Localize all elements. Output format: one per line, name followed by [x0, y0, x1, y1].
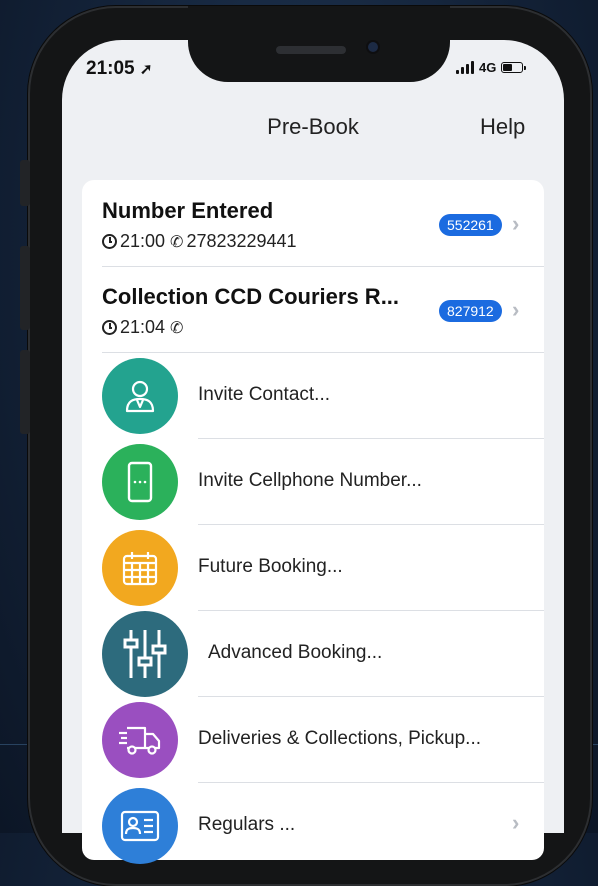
phone-speaker — [276, 46, 346, 54]
divider — [102, 352, 544, 353]
divider — [198, 782, 544, 783]
booking-title: Number Entered — [102, 198, 274, 223]
menu-item-label: Invite Contact... — [198, 384, 331, 405]
sliders-icon — [102, 611, 188, 697]
network-type: 4G — [479, 60, 497, 75]
person-icon — [102, 358, 178, 434]
menu-item-label: Future Booking... — [198, 556, 343, 577]
page-title: Pre-Book — [267, 114, 359, 139]
chevron-right-icon: › — [512, 211, 520, 236]
calendar-icon — [102, 530, 178, 606]
divider — [198, 438, 544, 439]
divider — [198, 524, 544, 525]
booking-badge: 552261 — [439, 214, 502, 236]
booking-phone: 27823229441 — [186, 231, 297, 251]
clock-icon — [102, 320, 117, 335]
battery-icon — [501, 62, 527, 73]
help-button[interactable]: Help — [480, 114, 525, 140]
menu-item-label: Advanced Booking... — [208, 642, 383, 663]
booking-title: Collection CCD Couriers R... — [102, 284, 400, 309]
menu-item-label: Deliveries & Collections, Pickup... — [198, 728, 481, 749]
phone-mute-switch — [20, 160, 30, 206]
phone-icon: ✆ — [170, 233, 184, 251]
chevron-right-icon: › — [512, 810, 520, 835]
chevron-right-icon: › — [512, 297, 520, 322]
booking-time: 21:04 — [120, 317, 166, 337]
divider — [198, 610, 544, 611]
booking-time: 21:00 — [120, 231, 166, 251]
status-indicators: 4G — [456, 60, 527, 75]
location-arrow-icon: ➚ — [139, 61, 153, 78]
booking-details: 21:00 ✆ 27823229441 — [102, 231, 297, 252]
cellphone-icon — [102, 444, 178, 520]
signal-icon — [456, 61, 474, 74]
delivery-truck-icon — [102, 702, 178, 778]
id-card-icon — [102, 788, 178, 864]
phone-camera — [368, 42, 378, 52]
booking-badge: 827912 — [439, 300, 502, 322]
phone-volume-down — [20, 350, 30, 434]
clock-icon — [102, 234, 117, 249]
divider — [102, 266, 544, 267]
phone-volume-up — [20, 246, 30, 330]
status-time: 21:05 ➚ — [86, 58, 152, 80]
menu-item-label: Invite Cellphone Number... — [198, 470, 422, 491]
phone-icon: ✆ — [170, 319, 184, 337]
divider — [198, 696, 544, 697]
phone-notch — [188, 6, 450, 82]
booking-details: 21:04 ✆ — [102, 317, 186, 338]
status-time-text: 21:05 — [86, 58, 135, 79]
